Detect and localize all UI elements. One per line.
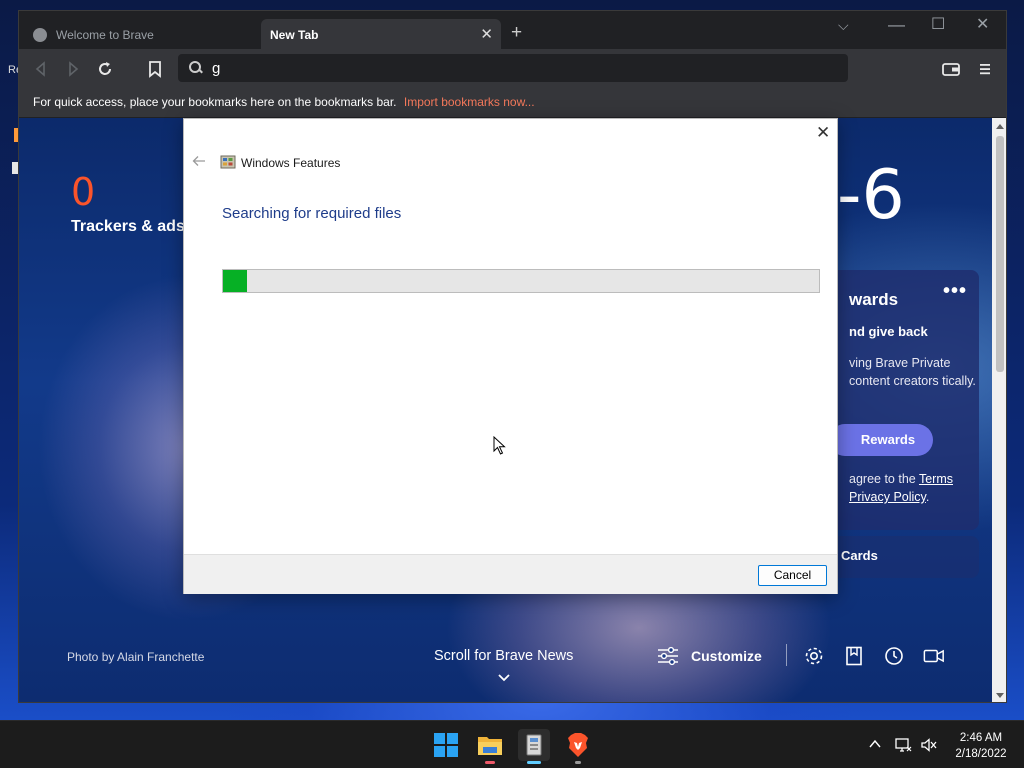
tab-search-chevron-icon[interactable]: ⌵ xyxy=(838,17,849,34)
clock-date: 2/18/2022 xyxy=(955,748,1007,760)
progress-bar xyxy=(222,269,820,293)
rewards-title: wards xyxy=(849,290,899,309)
scroll-down-arrow[interactable] xyxy=(996,693,1004,698)
scroll-up-arrow[interactable] xyxy=(996,124,1004,129)
windows-features-app[interactable] xyxy=(518,729,550,764)
customize-label: Customize xyxy=(691,648,762,664)
network-icon[interactable] xyxy=(894,737,912,753)
tab-new-tab[interactable]: New Tab ✕ xyxy=(261,19,501,51)
close-tab-icon[interactable]: ✕ xyxy=(480,26,493,44)
footer-divider xyxy=(786,644,787,666)
terms-link[interactable]: Terms xyxy=(919,472,953,486)
wallet-icon[interactable] xyxy=(941,59,961,79)
maximize-icon[interactable]: ☐ xyxy=(931,14,945,34)
brave-lion-icon xyxy=(568,733,588,757)
photo-credit[interactable]: Photo by Alain Franchette xyxy=(67,650,204,664)
system-clock[interactable]: 2:46 AM 2/18/2022 xyxy=(946,730,1016,762)
trackers-label: Trackers & ads xyxy=(71,218,185,235)
mouse-cursor-icon xyxy=(493,436,506,455)
minimize-icon[interactable]: — xyxy=(888,15,905,35)
new-tab-plus-icon[interactable]: + xyxy=(511,22,522,44)
bookmarks-icon[interactable] xyxy=(843,645,865,667)
windows-features-dialog: ✕ Windows Features Searching for require… xyxy=(183,118,838,594)
clock-display: -6 xyxy=(837,156,905,235)
volume-muted-icon[interactable] xyxy=(920,737,938,753)
browser-toolbar: g xyxy=(19,49,1006,89)
chevron-up-icon[interactable] xyxy=(868,737,882,751)
dialog-close-icon[interactable]: ✕ xyxy=(816,123,830,143)
more-options-icon[interactable]: ••• xyxy=(943,280,967,303)
video-camera-icon[interactable] xyxy=(923,645,945,667)
app-running-indicator xyxy=(485,761,495,764)
tab-welcome[interactable]: Welcome to Brave xyxy=(23,19,261,51)
bookmarks-bar: For quick access, place your bookmarks h… xyxy=(19,89,1006,117)
address-bar-value: g xyxy=(212,59,221,77)
progress-fill xyxy=(223,270,247,292)
rewards-subtitle: nd give back xyxy=(849,324,928,339)
terms-prefix: agree to the xyxy=(849,472,916,486)
brave-app[interactable] xyxy=(562,729,594,764)
privacy-policy-link[interactable]: Privacy Policy xyxy=(849,490,926,504)
rewards-body: ving Brave Private content creators tica… xyxy=(849,356,976,388)
history-icon[interactable] xyxy=(883,645,905,667)
address-bar[interactable]: g xyxy=(178,54,848,82)
back-icon[interactable] xyxy=(31,59,51,79)
reload-icon[interactable] xyxy=(95,59,115,79)
close-window-icon[interactable]: ✕ xyxy=(976,14,989,34)
page-scrollbar[interactable] xyxy=(992,118,1006,702)
globe-icon xyxy=(33,28,47,42)
sliders-icon xyxy=(658,646,678,666)
bookmarks-bar-message: For quick access, place your bookmarks h… xyxy=(33,95,397,109)
tab-title: New Tab xyxy=(270,28,319,42)
start-rewards-button[interactable]: Rewards xyxy=(829,424,933,456)
app-active-indicator xyxy=(527,761,541,764)
rewards-terms: agree to the Terms Privacy Policy. xyxy=(849,472,953,504)
clock-time: 2:46 AM xyxy=(959,732,1003,744)
dialog-heading: Searching for required files xyxy=(222,205,402,222)
cancel-button[interactable]: Cancel xyxy=(758,565,827,586)
settings-gear-icon[interactable] xyxy=(803,645,825,667)
windows-start-icon[interactable] xyxy=(430,729,462,761)
file-explorer-app[interactable] xyxy=(474,729,506,764)
search-icon xyxy=(188,60,204,76)
dialog-title: Windows Features xyxy=(241,156,341,170)
scrollbar-thumb[interactable] xyxy=(996,136,1004,372)
windows-taskbar: 2:46 AM 2/18/2022 xyxy=(0,720,1024,768)
tab-strip: Welcome to Brave New Tab ✕ + ⌵ — ☐ ✕ xyxy=(19,11,1006,51)
customize-button[interactable]: Customize xyxy=(657,646,762,666)
windows-features-icon xyxy=(220,155,236,169)
scroll-for-news[interactable]: Scroll for Brave News xyxy=(434,648,573,664)
cards-label: Cards xyxy=(841,548,878,563)
forward-icon[interactable] xyxy=(63,59,83,79)
bookmark-icon[interactable] xyxy=(145,59,165,79)
folder-icon xyxy=(478,737,502,755)
menu-icon[interactable] xyxy=(975,59,995,79)
trackers-count: 0 xyxy=(71,170,96,214)
tab-title: Welcome to Brave xyxy=(56,28,154,42)
rewards-button-label: Rewards xyxy=(860,432,916,447)
dialog-footer: Cancel xyxy=(184,554,837,594)
import-bookmarks-link[interactable]: Import bookmarks now... xyxy=(404,95,535,109)
windows-features-taskbar-icon xyxy=(526,734,542,756)
app-running-indicator xyxy=(575,761,581,764)
chevron-down-icon[interactable] xyxy=(498,672,510,684)
back-arrow-icon[interactable] xyxy=(192,154,206,168)
